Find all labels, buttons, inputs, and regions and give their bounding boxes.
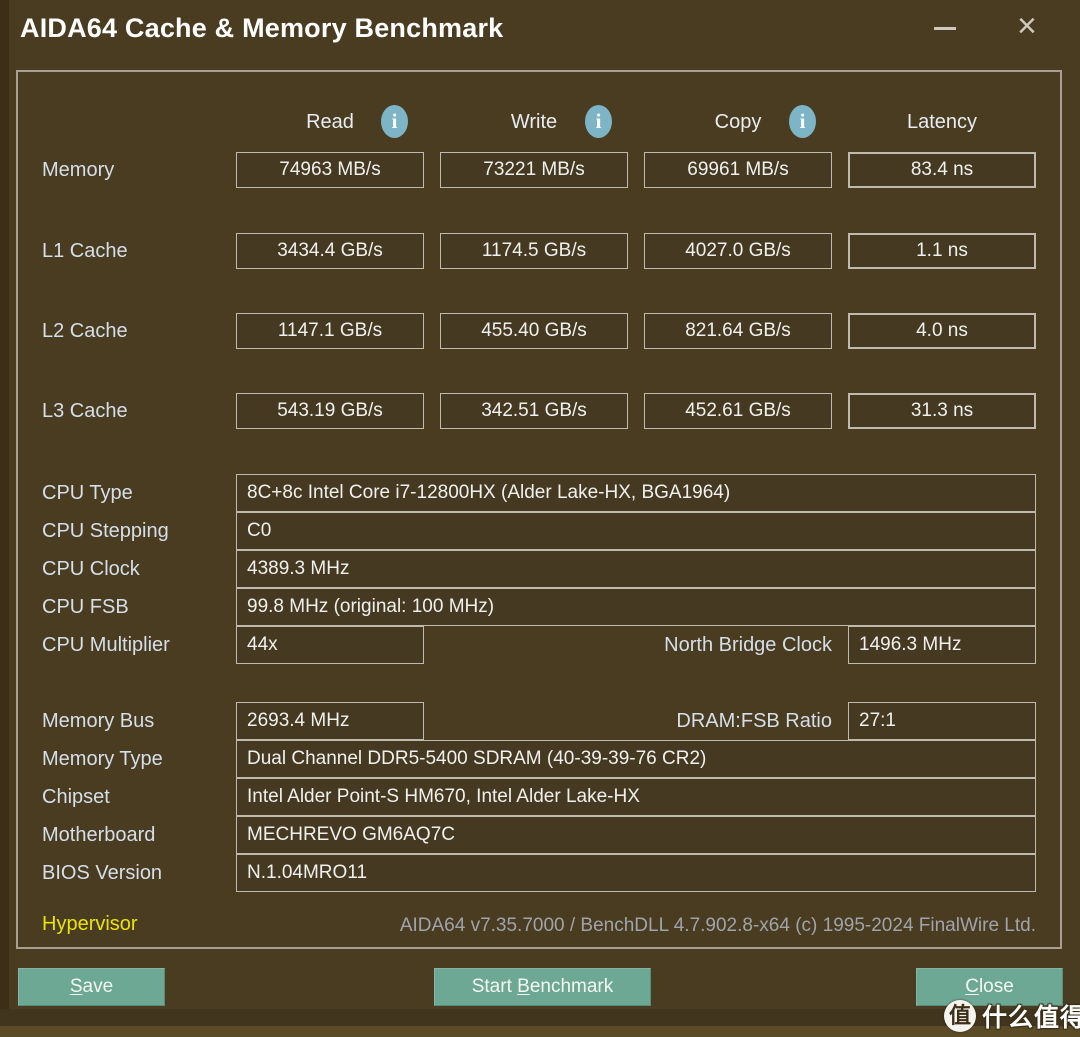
chipset-value: Intel Alder Point-S HM670, Intel Alder L… bbox=[236, 778, 1036, 816]
smzdm-watermark: 值 什么值得买 bbox=[944, 998, 1080, 1034]
l3-write-value: 342.51 GB/s bbox=[440, 393, 628, 429]
column-header-copy: Copy i bbox=[644, 104, 832, 140]
north-bridge-clock-label: North Bridge Clock bbox=[664, 634, 832, 656]
column-header-write: Write i bbox=[440, 104, 628, 140]
l2-latency-value: 4.0 ns bbox=[848, 313, 1036, 349]
start-button-label-rest: enchmark bbox=[529, 976, 614, 997]
cpu-multiplier-value: 44x bbox=[236, 626, 424, 664]
write-info-icon[interactable]: i bbox=[585, 105, 612, 138]
hypervisor-label: Hypervisor bbox=[42, 913, 138, 935]
close-icon[interactable]: × bbox=[1017, 6, 1037, 46]
bios-version-value: N.1.04MRO11 bbox=[236, 854, 1036, 892]
save-button[interactable]: Save bbox=[18, 968, 165, 1006]
start-button-accel: B bbox=[517, 976, 530, 997]
cpu-type-value: 8C+8c Intel Core i7-12800HX (Alder Lake-… bbox=[236, 474, 1036, 512]
cpu-clock-label: CPU Clock bbox=[42, 558, 140, 580]
start-benchmark-button[interactable]: Start Benchmark bbox=[434, 968, 651, 1006]
l2-write-value: 455.40 GB/s bbox=[440, 313, 628, 349]
save-button-label-rest: ave bbox=[82, 976, 114, 997]
motherboard-label: Motherboard bbox=[42, 824, 156, 846]
l1-write-value: 1174.5 GB/s bbox=[440, 233, 628, 269]
benchmark-panel: Read i Write i Copy i Latency Memory 749… bbox=[16, 70, 1062, 949]
north-bridge-clock-value: 1496.3 MHz bbox=[848, 626, 1036, 664]
latency-header-label: Latency bbox=[906, 111, 978, 133]
l3-copy-value: 452.61 GB/s bbox=[644, 393, 832, 429]
bios-version-label: BIOS Version bbox=[42, 862, 163, 884]
l3-read-value: 543.19 GB/s bbox=[236, 393, 424, 429]
cpu-fsb-label: CPU FSB bbox=[42, 596, 129, 618]
l3-latency-value: 31.3 ns bbox=[848, 393, 1036, 429]
l2-row-label: L2 Cache bbox=[42, 320, 128, 342]
start-button-label: Start bbox=[471, 976, 518, 997]
memory-row-label: Memory bbox=[42, 159, 115, 181]
memory-bus-label: Memory Bus bbox=[42, 710, 155, 732]
cpu-clock-value: 4389.3 MHz bbox=[236, 550, 1036, 588]
memory-bus-value: 2693.4 MHz bbox=[236, 702, 424, 740]
window-left-edge bbox=[0, 0, 9, 1026]
memory-write-value: 73221 MB/s bbox=[440, 152, 628, 188]
l2-copy-value: 821.64 GB/s bbox=[644, 313, 832, 349]
close-button-label-rest: lose bbox=[978, 976, 1014, 997]
window-bottom-frame bbox=[0, 1009, 1080, 1026]
chipset-label: Chipset bbox=[42, 786, 110, 808]
smzdm-logo-icon: 值 bbox=[944, 1000, 976, 1032]
minimize-icon[interactable] bbox=[934, 27, 956, 30]
memory-type-label: Memory Type bbox=[42, 748, 163, 770]
l1-latency-value: 1.1 ns bbox=[848, 233, 1036, 269]
memory-latency-value: 83.4 ns bbox=[848, 152, 1036, 188]
cpu-type-label: CPU Type bbox=[42, 482, 133, 504]
l3-row-label: L3 Cache bbox=[42, 400, 128, 422]
cpu-stepping-value: C0 bbox=[236, 512, 1036, 550]
window-title: AIDA64 Cache & Memory Benchmark bbox=[20, 13, 504, 43]
version-copyright-text: AIDA64 v7.35.7000 / BenchDLL 4.7.902.8-x… bbox=[399, 915, 1036, 936]
l2-read-value: 1147.1 GB/s bbox=[236, 313, 424, 349]
memory-type-value: Dual Channel DDR5-5400 SDRAM (40-39-39-7… bbox=[236, 740, 1036, 778]
desktop-strip bbox=[0, 1026, 1080, 1037]
save-button-accel: S bbox=[69, 976, 83, 997]
column-header-read: Read i bbox=[236, 104, 424, 140]
column-header-latency: Latency bbox=[848, 104, 1036, 140]
copy-info-icon[interactable]: i bbox=[789, 105, 816, 138]
l1-copy-value: 4027.0 GB/s bbox=[644, 233, 832, 269]
memory-copy-value: 69961 MB/s bbox=[644, 152, 832, 188]
l1-read-value: 3434.4 GB/s bbox=[236, 233, 424, 269]
cpu-fsb-value: 99.8 MHz (original: 100 MHz) bbox=[236, 588, 1036, 626]
motherboard-value: MECHREVO GM6AQ7C bbox=[236, 816, 1036, 854]
dram-fsb-ratio-value: 27:1 bbox=[848, 702, 1036, 740]
read-info-icon[interactable]: i bbox=[381, 105, 408, 138]
smzdm-watermark-text: 什么值得买 bbox=[982, 1004, 1080, 1032]
close-button-accel: C bbox=[965, 976, 979, 997]
l1-row-label: L1 Cache bbox=[42, 240, 128, 262]
dram-fsb-ratio-label: DRAM:FSB Ratio bbox=[676, 710, 832, 732]
cpu-stepping-label: CPU Stepping bbox=[42, 520, 169, 542]
cpu-multiplier-label: CPU Multiplier bbox=[42, 634, 170, 656]
memory-read-value: 74963 MB/s bbox=[236, 152, 424, 188]
